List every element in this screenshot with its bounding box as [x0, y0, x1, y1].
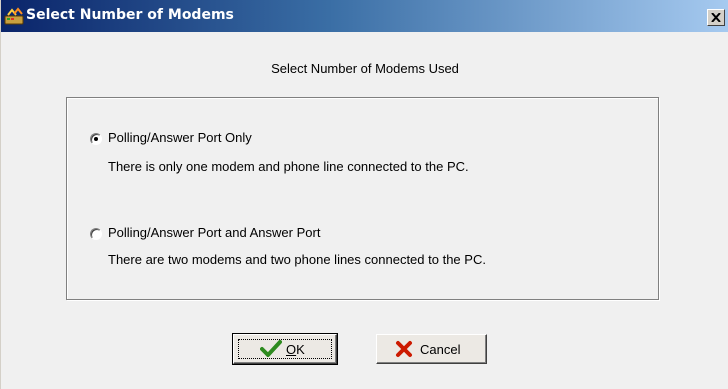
- radio-selected-dot: [94, 137, 98, 141]
- title-bar[interactable]: Select Number of Modems: [1, 0, 728, 32]
- cancel-button[interactable]: Cancel: [376, 334, 487, 364]
- focus-rectangle: [238, 339, 332, 359]
- red-x-icon: [396, 341, 412, 357]
- option-description: There are two modems and two phone lines…: [108, 252, 486, 267]
- window-title: Select Number of Modems: [26, 7, 234, 23]
- ok-label-rest: K: [296, 342, 305, 357]
- modem-app-icon[interactable]: [4, 7, 24, 27]
- cancel-button-label: Cancel: [420, 342, 461, 357]
- option-label[interactable]: Polling/Answer Port Only: [108, 130, 252, 145]
- dialog-heading: Select Number of Modems Used: [271, 61, 459, 76]
- option-description: There is only one modem and phone line c…: [108, 159, 469, 174]
- dialog-window: Select Number of Modems Select Number of…: [0, 0, 728, 389]
- option-label[interactable]: Polling/Answer Port and Answer Port: [108, 225, 320, 240]
- radio-dual-port[interactable]: [90, 228, 102, 240]
- radio-single-port[interactable]: [90, 133, 102, 145]
- ok-button-label: OK: [286, 342, 305, 357]
- checkmark-icon: [260, 340, 282, 357]
- close-button[interactable]: [707, 9, 725, 26]
- ok-button[interactable]: OK: [232, 333, 338, 365]
- modem-options-group: Polling/Answer Port Only There is only o…: [66, 97, 659, 300]
- ok-accelerator: O: [286, 342, 297, 357]
- close-x-icon: [711, 13, 721, 22]
